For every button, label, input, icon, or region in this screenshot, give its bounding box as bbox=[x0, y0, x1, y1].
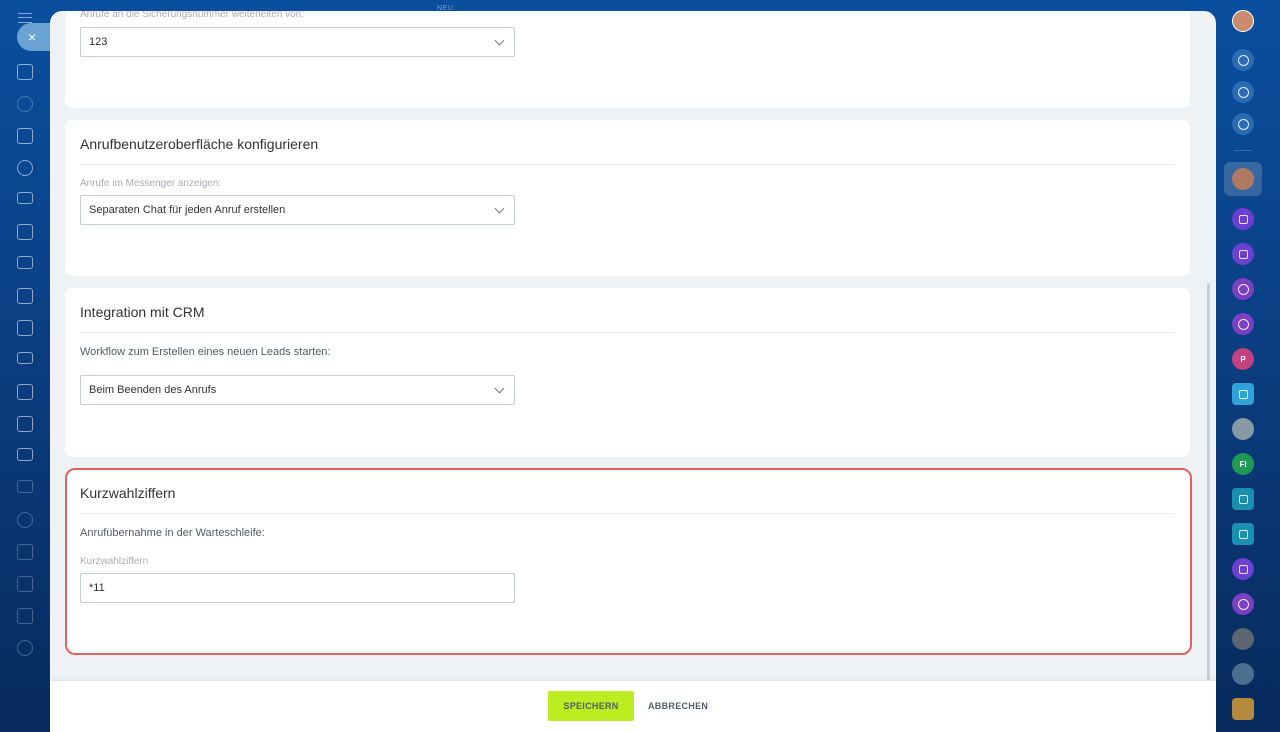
call-ui-label: Anrufe im Messenger anzeigen: bbox=[80, 178, 222, 189]
group-chat-icon[interactable] bbox=[1232, 243, 1254, 265]
group-chat-icon[interactable] bbox=[1232, 558, 1254, 580]
speed-dial-input[interactable]: *11 bbox=[80, 573, 515, 603]
chat-icon[interactable] bbox=[17, 320, 33, 336]
feed-icon[interactable] bbox=[17, 96, 33, 112]
channel-icon[interactable] bbox=[1232, 593, 1254, 615]
bell-icon[interactable] bbox=[1232, 49, 1254, 71]
chat-avatar[interactable] bbox=[1232, 418, 1254, 440]
filter-icon[interactable] bbox=[17, 352, 33, 364]
settings-panel: Anrufe an die Sicherungsnummer weiterlei… bbox=[50, 11, 1216, 732]
forwarding-select[interactable]: 123 bbox=[80, 27, 515, 57]
screen-icon[interactable] bbox=[17, 448, 33, 461]
chat-avatar-fi[interactable]: FI bbox=[1232, 453, 1254, 475]
chat-avatar[interactable] bbox=[1232, 628, 1254, 650]
chevron-down-icon bbox=[494, 383, 505, 394]
speed-dial-card: Kurzwahlziffern Anrufübernahme in der Wa… bbox=[65, 469, 1190, 654]
avatar-initials: FI bbox=[1239, 459, 1247, 469]
chat-avatar[interactable] bbox=[1232, 168, 1254, 190]
left-sidebar: × bbox=[0, 0, 67, 732]
contacts-icon[interactable] bbox=[17, 160, 33, 176]
analytics-icon[interactable] bbox=[17, 576, 33, 592]
crm-label: Workflow zum Erstellen eines neuen Leads… bbox=[80, 346, 331, 358]
crm-workflow-select[interactable]: Beim Beenden des Anrufs bbox=[80, 375, 515, 405]
messenger-calls-select[interactable]: Separaten Chat für jeden Anruf erstellen bbox=[80, 195, 515, 225]
menu-icon[interactable] bbox=[18, 13, 32, 23]
chat-avatar[interactable] bbox=[1232, 663, 1254, 685]
inbox-icon[interactable] bbox=[17, 192, 33, 204]
crm-card: Integration mit CRM Workflow zum Erstell… bbox=[65, 288, 1190, 457]
divider bbox=[1234, 150, 1252, 151]
avatar-initials: P bbox=[1240, 354, 1246, 364]
target-icon[interactable] bbox=[17, 512, 33, 528]
search-chat-icon[interactable] bbox=[1232, 113, 1254, 135]
cube-icon[interactable] bbox=[17, 544, 33, 560]
divider bbox=[80, 164, 1175, 165]
scrollbar[interactable] bbox=[1207, 283, 1210, 729]
card-title: Integration mit CRM bbox=[80, 304, 205, 320]
save-button[interactable]: SPEICHERN bbox=[548, 691, 634, 721]
speed-dial-subtitle: Anrufübernahme in der Warteschleife: bbox=[80, 527, 265, 539]
forwarding-card: Anrufe an die Sicherungsnummer weiterlei… bbox=[65, 11, 1190, 108]
forwarding-label: Anrufe an die Sicherungsnummer weiterlei… bbox=[80, 11, 305, 20]
call-ui-card: Anrufbenutzeroberfläche konfigurieren An… bbox=[65, 120, 1190, 276]
group-chat-icon[interactable] bbox=[1232, 208, 1254, 230]
chevron-down-icon bbox=[494, 35, 505, 46]
chat-avatar-p[interactable]: P bbox=[1232, 348, 1254, 370]
sign-icon[interactable] bbox=[17, 384, 33, 400]
channel-icon[interactable] bbox=[1232, 313, 1254, 335]
mail-icon[interactable] bbox=[17, 256, 33, 269]
speed-dial-input-value: *11 bbox=[89, 582, 105, 594]
right-sidebar: P FI bbox=[1222, 0, 1280, 732]
support-chat-icon[interactable] bbox=[1232, 383, 1254, 405]
store-icon[interactable] bbox=[17, 416, 33, 432]
divider bbox=[80, 332, 1175, 333]
task-chat-icon[interactable] bbox=[1232, 523, 1254, 545]
card-title: Kurzwahlziffern bbox=[80, 485, 176, 501]
messenger-calls-select-value: Separaten Chat für jeden Anruf erstellen bbox=[89, 204, 286, 216]
chevron-down-icon bbox=[494, 203, 505, 214]
help-icon[interactable] bbox=[17, 640, 33, 656]
forwarding-select-value: 123 bbox=[89, 36, 108, 48]
tasks-icon[interactable] bbox=[17, 224, 33, 240]
channel-icon[interactable] bbox=[1232, 278, 1254, 300]
cancel-button[interactable]: ABBRECHEN bbox=[648, 691, 708, 721]
calendar-icon[interactable] bbox=[17, 288, 33, 304]
table-icon[interactable] bbox=[17, 608, 33, 624]
speed-dial-field-label: Kurzwahlziffern bbox=[80, 556, 149, 567]
target-icon[interactable] bbox=[1232, 81, 1254, 103]
user-avatar[interactable] bbox=[1232, 10, 1254, 32]
home-icon[interactable] bbox=[17, 64, 33, 80]
crm-workflow-select-value: Beim Beenden des Anrufs bbox=[89, 384, 217, 396]
document-icon[interactable] bbox=[17, 128, 33, 144]
group-avatar[interactable] bbox=[1232, 698, 1254, 720]
divider bbox=[80, 513, 1175, 514]
task-chat-icon[interactable] bbox=[1232, 488, 1254, 510]
card-title: Anrufbenutzeroberfläche konfigurieren bbox=[80, 136, 319, 152]
cart-icon[interactable] bbox=[17, 480, 33, 493]
footer-bar: SPEICHERN ABBRECHEN bbox=[50, 680, 1216, 732]
